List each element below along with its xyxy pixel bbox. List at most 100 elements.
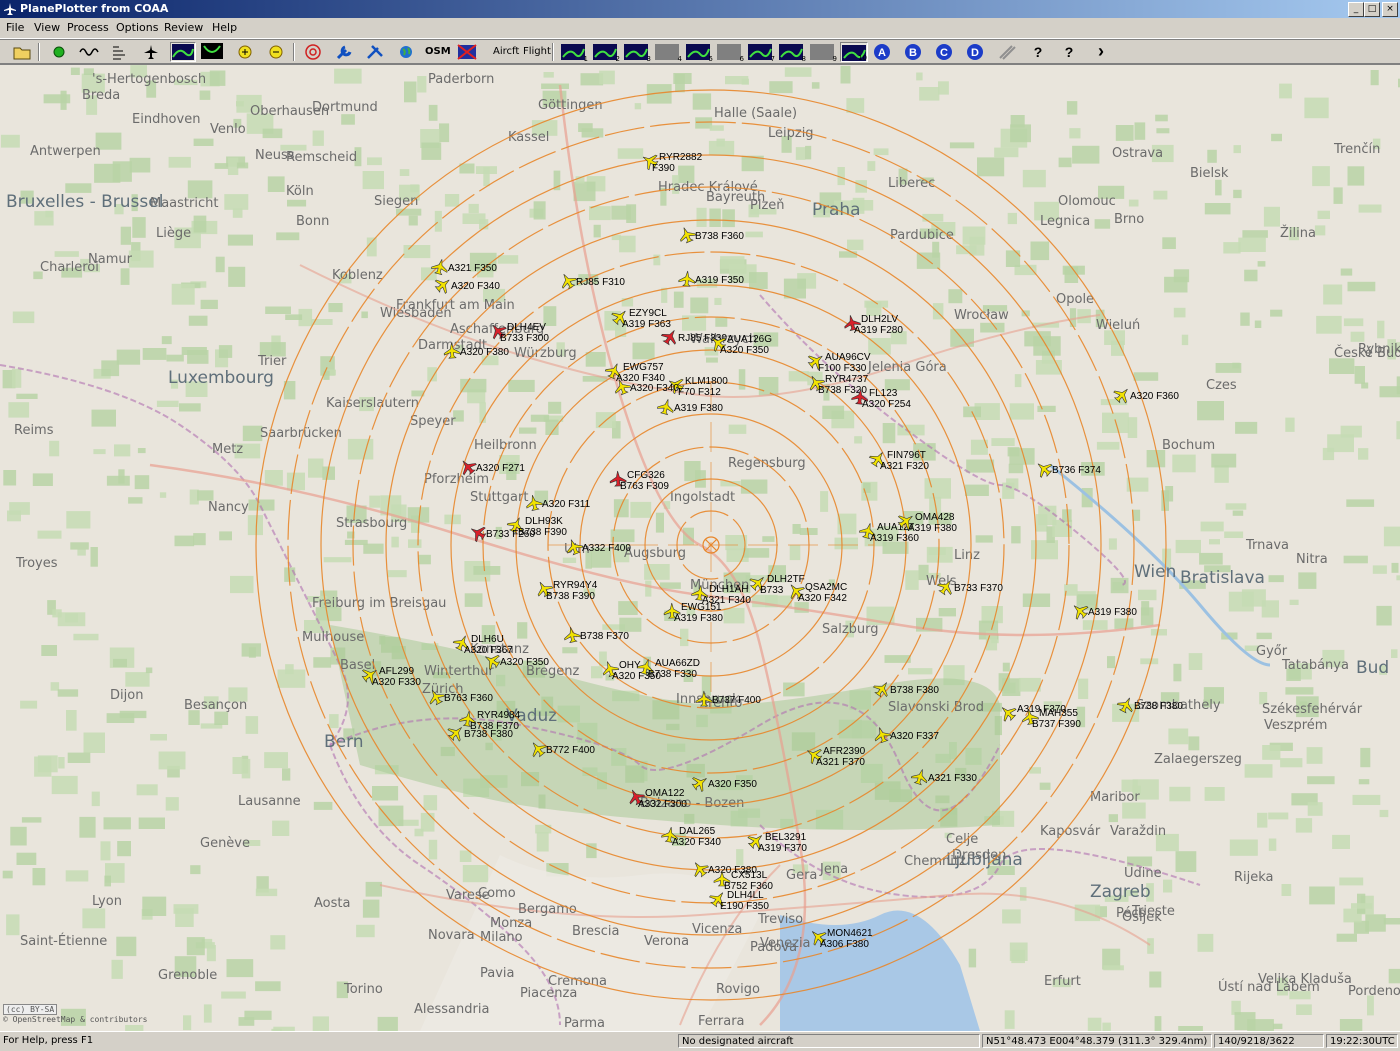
toolbar-separator — [38, 43, 40, 61]
map-view-button[interactable] — [170, 42, 196, 62]
tools-icon[interactable] — [364, 42, 386, 62]
city-label: Reims — [14, 423, 54, 438]
waveform-button[interactable] — [78, 42, 100, 62]
circle-c-label: C — [940, 47, 948, 59]
aircraft-marker[interactable]: A320 F311 — [525, 494, 591, 512]
aircraft-marker[interactable]: CFG326B763 F309 — [610, 470, 670, 492]
city-label: Basel — [340, 658, 375, 673]
aircraft-callsign: CX513L — [731, 870, 768, 881]
menu-review[interactable]: Review — [164, 21, 203, 34]
plane-app-icon — [3, 2, 17, 16]
city-label: Liberec — [888, 176, 935, 191]
aircraft-type-level: A320 F340 — [451, 281, 500, 292]
aircraft-callsign: CFG326 — [627, 470, 665, 481]
circle-d-button[interactable]: D — [964, 42, 986, 62]
zoom-in-icon[interactable] — [234, 42, 256, 62]
city-label: Bochum — [1162, 438, 1215, 453]
menu-file[interactable]: File — [6, 21, 24, 34]
help-button[interactable]: ? — [1027, 42, 1049, 62]
city-label: Milano — [480, 930, 523, 945]
city-label: Dortmund — [312, 100, 378, 115]
city-label: Trnava — [1245, 538, 1289, 553]
map-tile-number: 5 — [709, 55, 713, 63]
menu-options[interactable]: Options — [116, 21, 158, 34]
aircraft-callsign: RYR2882 — [659, 152, 703, 163]
map-tile-button-3[interactable]: 3 — [623, 42, 651, 62]
map-tile-button-9[interactable]: 9 — [809, 42, 837, 62]
aircraft-marker[interactable]: DLH2LVA319 F280 — [842, 313, 903, 336]
aircraft-marker[interactable]: RYR94Y4B738 F390 — [533, 578, 598, 602]
aircraft-callsign: RYR94Y4 — [553, 580, 598, 591]
list-view-button[interactable] — [108, 42, 130, 62]
green-dot-button[interactable] — [48, 42, 70, 62]
maximize-button[interactable]: □ — [1364, 2, 1380, 17]
aircraft-type-level: B737 F400 — [712, 695, 761, 706]
aircraft-callsign: FIN796T — [887, 450, 926, 461]
minimize-button[interactable]: _ — [1348, 2, 1364, 17]
wrench-icon[interactable] — [333, 42, 355, 62]
city-label: Saarbrücken — [260, 426, 342, 441]
map-tile-button-4[interactable]: 4 — [654, 42, 682, 62]
map-tile-button-10[interactable]: 10 — [840, 42, 868, 62]
flight-label-button[interactable]: Flight — [523, 46, 551, 57]
aircraft-marker[interactable]: B738 F360 — [677, 225, 745, 245]
menu-process[interactable]: Process — [67, 21, 109, 34]
aircraft-type-level: B736 F374 — [1052, 465, 1101, 476]
osm-button[interactable]: OSM — [425, 46, 451, 57]
close-button[interactable]: × — [1382, 2, 1398, 17]
aircraft-marker[interactable]: A319 F380 — [656, 397, 723, 416]
aircraft-label-button[interactable]: Aircft — [493, 46, 519, 57]
aircraft-type-level: F390 — [652, 163, 675, 174]
osm-attribution: © OpenStreetMap & contributors — [3, 1015, 148, 1024]
city-label: Trieste — [1131, 904, 1175, 919]
radar-view-button[interactable] — [200, 42, 226, 62]
city-label: Lyon — [92, 894, 122, 909]
aircraft-type-level: B738 F390 — [546, 591, 595, 602]
aircraft-callsign: DLH4EV — [507, 322, 546, 333]
title-bar[interactable]: PlanePlotter from COAA _ □ × — [0, 0, 1400, 18]
aircraft-callsign: MON4621 — [827, 928, 873, 939]
map-tile-button-2[interactable]: 2 — [592, 42, 620, 62]
aircraft-callsign: RYR4737 — [825, 374, 869, 385]
map-tile-button-1[interactable]: 1 — [560, 42, 588, 62]
city-label: Maastricht — [150, 196, 218, 211]
menu-view[interactable]: View — [34, 21, 60, 34]
aircraft-type-level: A320 F340 — [630, 383, 679, 394]
map-tile-button-8[interactable]: 8 — [778, 42, 806, 62]
aircraft-callsign: FL123 — [869, 388, 898, 399]
aircraft-marker[interactable]: DAL265A320 F340 — [661, 826, 721, 848]
next-arrow-button[interactable]: › — [1090, 42, 1112, 62]
aircraft-icon-button[interactable] — [140, 42, 162, 62]
aircraft-marker[interactable]: FL123A320 F254 — [851, 388, 911, 410]
globe-icon[interactable] — [395, 42, 417, 62]
circle-c-button[interactable]: C — [933, 42, 955, 62]
lines-icon[interactable] — [996, 42, 1018, 62]
menu-help[interactable]: Help — [212, 21, 237, 34]
circle-b-button[interactable]: B — [902, 42, 924, 62]
zoom-out-icon[interactable] — [265, 42, 287, 62]
aircraft-marker[interactable]: AUA96CVF100 F330 — [806, 350, 871, 374]
city-label: Rovigo — [716, 982, 760, 997]
map-tile-number: 2 — [616, 55, 620, 63]
no-map-icon[interactable] — [456, 42, 478, 62]
map-canvas[interactable]: 's-HertogenboschBredaEindhovenVenloOberh… — [0, 65, 1400, 1031]
aircraft-callsign: OHY — [619, 660, 641, 671]
aircraft-type-level: B738 F380 — [890, 685, 939, 696]
map-view[interactable]: 's-HertogenboschBredaEindhovenVenloOberh… — [0, 63, 1400, 1031]
city-label: Jelenia Góra — [867, 360, 947, 375]
circle-a-button[interactable]: A — [871, 42, 893, 62]
aircraft-marker[interactable]: B736 F374 — [1033, 458, 1102, 480]
map-tile-button-6[interactable]: 6 — [716, 42, 744, 62]
aircraft-marker[interactable]: FIN796TA321 F320 — [867, 448, 929, 472]
target-icon[interactable] — [302, 42, 324, 62]
city-label: Paderborn — [428, 72, 494, 87]
open-folder-button[interactable] — [11, 42, 33, 62]
map-tile-button-5[interactable]: 5 — [685, 42, 713, 62]
aircraft-type-level: A319 F350 — [695, 275, 744, 286]
aircraft-marker[interactable]: BEL3291A319 F370 — [745, 830, 807, 854]
context-help-button[interactable]: ? — [1058, 42, 1080, 62]
aircraft-callsign: RYR4984 — [477, 710, 521, 721]
aircraft-callsign: DLH2LV — [861, 314, 898, 325]
map-tile-button-7[interactable]: 7 — [747, 42, 775, 62]
aircraft-marker[interactable]: RJ85 F310 — [557, 270, 625, 291]
